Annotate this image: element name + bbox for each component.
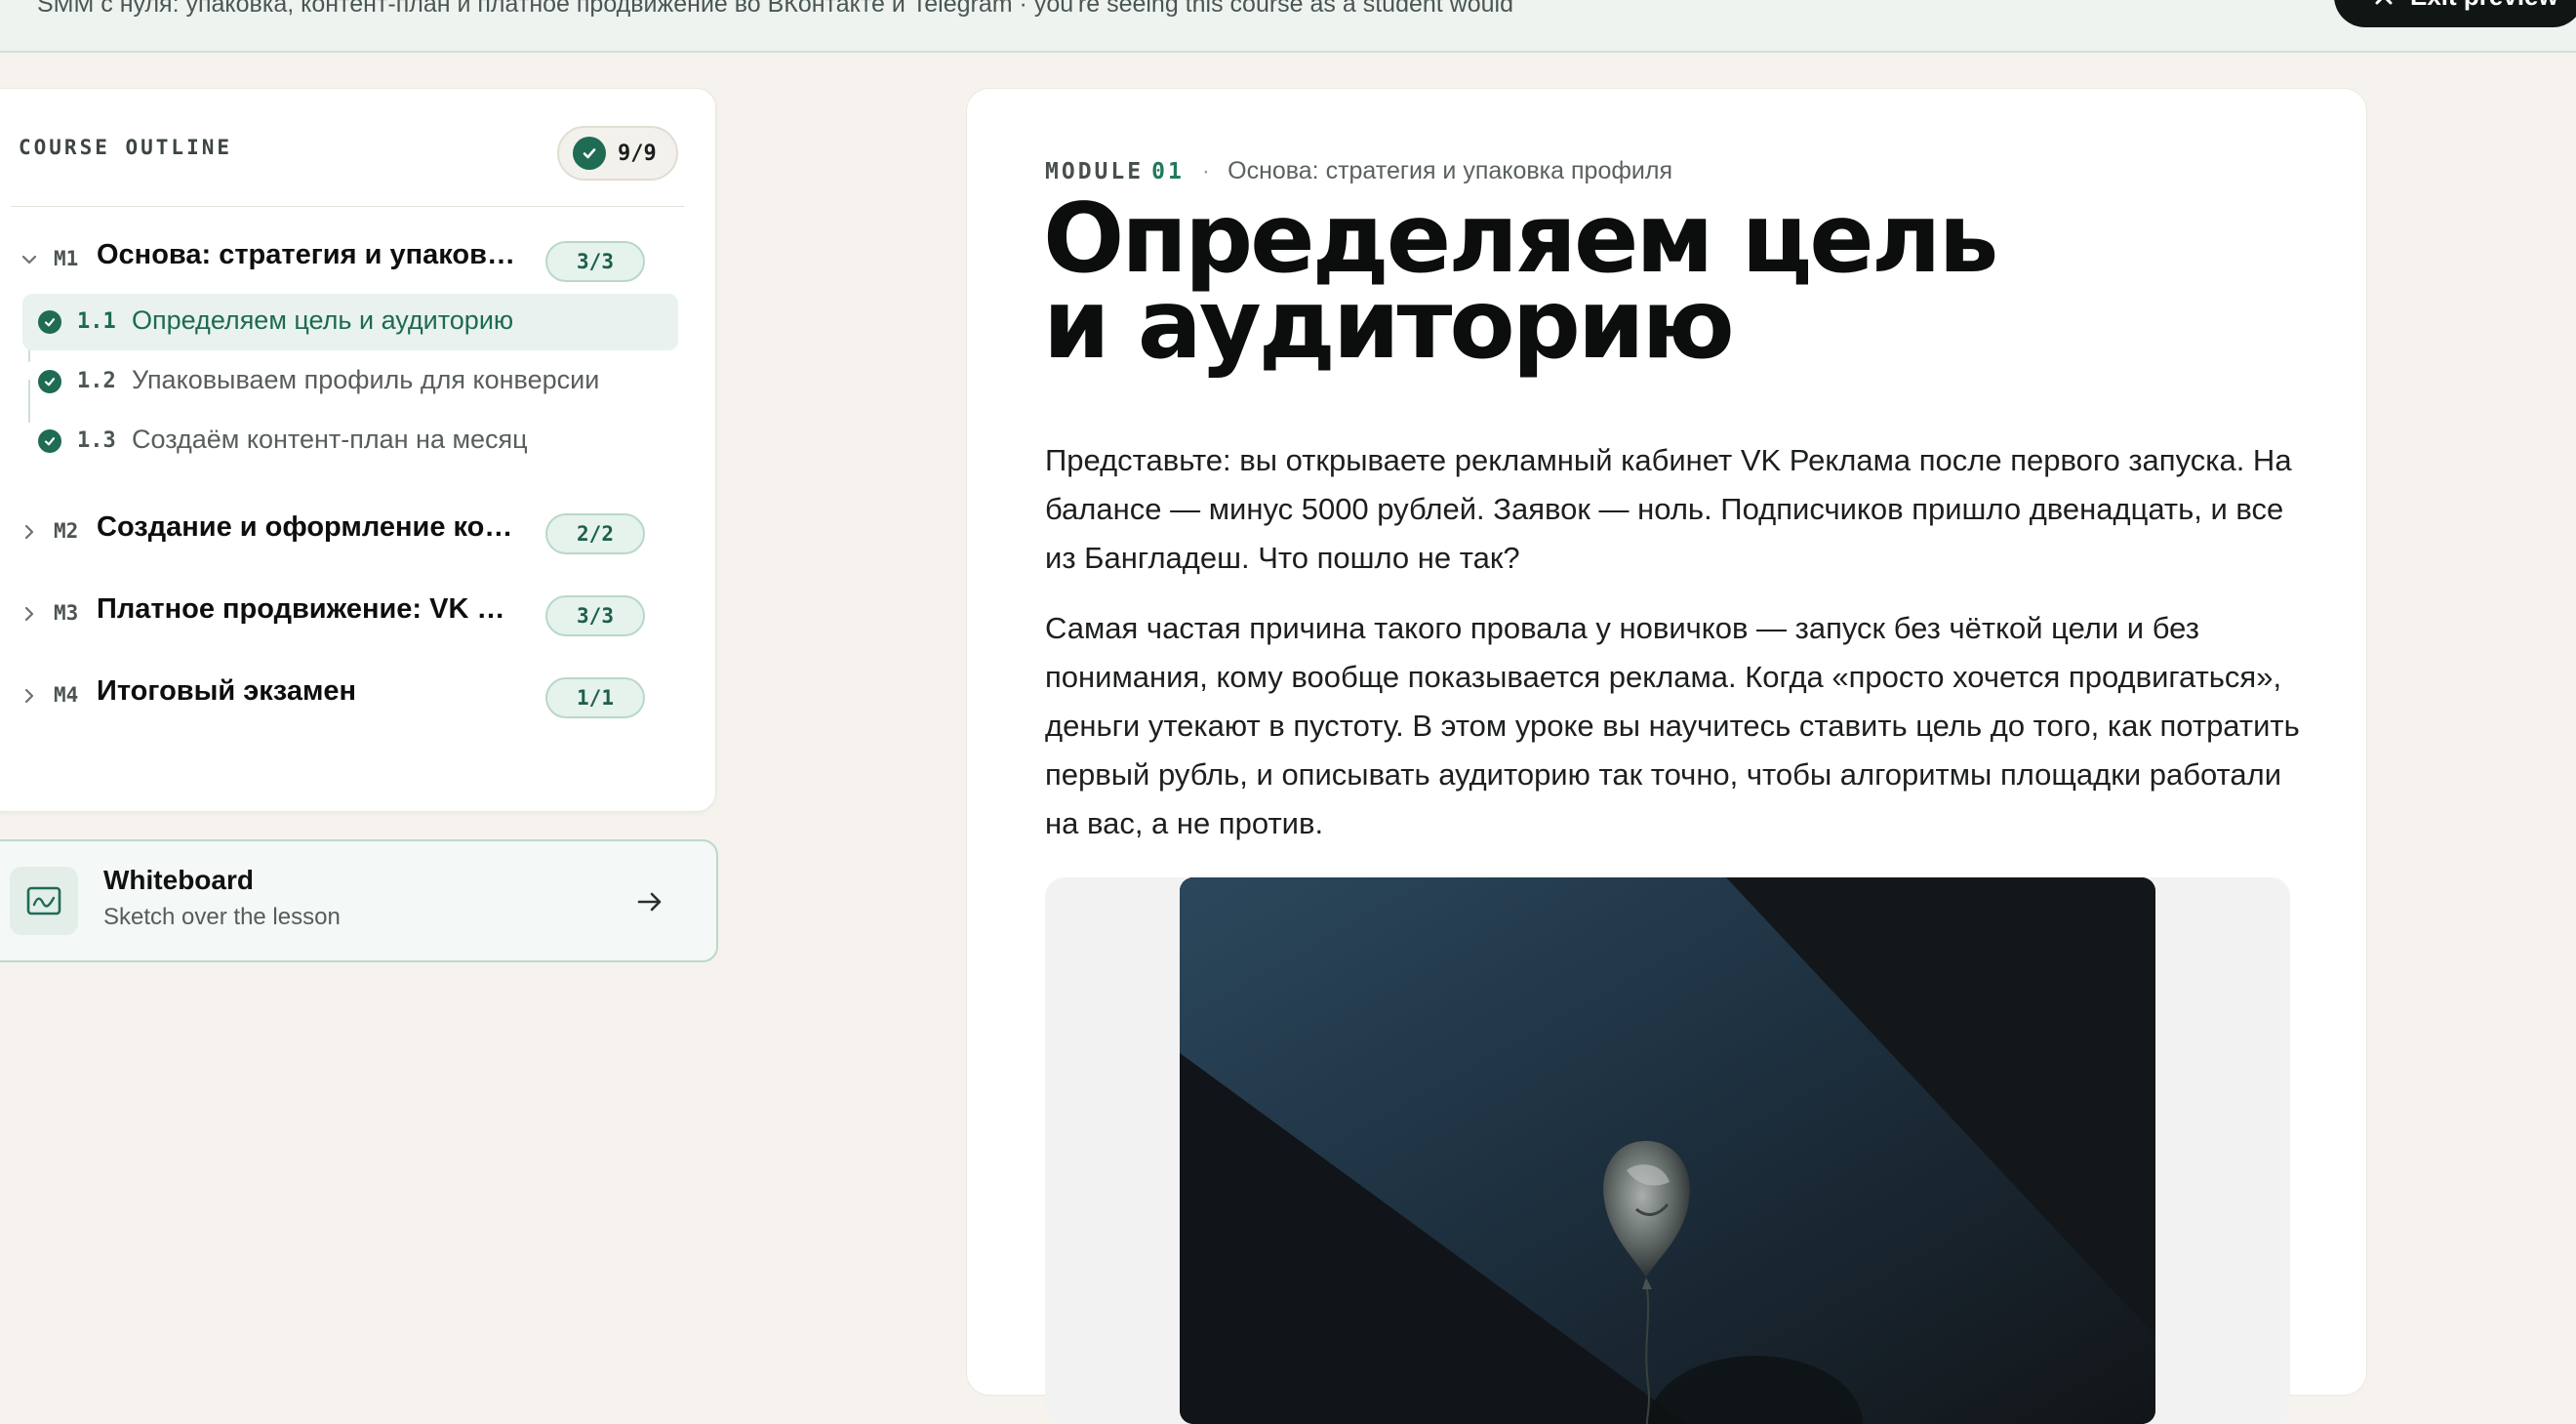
lesson-item-1-3[interactable]: 1.3 Создаём контент-план на месяц — [22, 413, 678, 469]
module-code: M1 — [54, 247, 79, 270]
whiteboard-icon — [10, 867, 78, 935]
lesson-title: Упаковываем профиль для конверсии — [132, 365, 600, 394]
lesson-content-card: MODULE 01 · Основа: стратегия и упаковка пр… — [966, 88, 2367, 1424]
exit-preview-label: Exit preview — [2410, 0, 2558, 12]
lesson-illustration — [1180, 877, 2155, 1424]
module-row-m4[interactable]: M4 Итоговый экзамен 1/1 — [11, 671, 684, 720]
check-icon — [38, 310, 61, 334]
page-title: Определяем цель и аудиторию — [1043, 191, 2273, 373]
course-outline-panel: COURSE OUTLINE 9/9 M1 Основа: стратегия … — [0, 88, 716, 812]
lesson-item-1-1[interactable]: 1.1 Определяем цель и аудиторию — [22, 294, 678, 350]
close-icon — [2375, 0, 2393, 5]
outline-title: COURSE OUTLINE — [19, 136, 233, 159]
module-code: M2 — [54, 519, 79, 543]
preview-banner: SMM с нуля: упаковка, контент-план и пла… — [0, 0, 2576, 53]
breadcrumb: MODULE 01 · Основа: стратегия и упаковка пр… — [1045, 157, 1672, 185]
lesson-number: 1.1 — [77, 309, 116, 334]
module-code: M3 — [54, 601, 79, 625]
arrow-right-icon — [637, 892, 662, 912]
module-title: Итоговый экзамен — [97, 675, 357, 707]
module-name: Основа: стратегия и упаковка профиля — [1228, 157, 1673, 184]
whiteboard-title: Whiteboard — [103, 865, 254, 895]
module-progress-badge: 2/2 — [545, 513, 645, 554]
chevron-right-icon — [24, 606, 34, 622]
total-progress-text: 9/9 — [618, 141, 657, 166]
module-progress-badge: 1/1 — [545, 677, 645, 718]
lesson-number: 1.3 — [77, 428, 116, 453]
module-row-m2[interactable]: M2 Создание и оформление контента 2/2 — [11, 508, 684, 556]
module-title: Основа: стратегия и упаковка профиля — [97, 239, 516, 270]
module-label: MODULE — [1045, 159, 1145, 184]
module-title: Создание и оформление контента — [97, 511, 516, 543]
check-icon — [573, 137, 606, 170]
lesson-paragraph: Представьте: вы открываете рекламный каб… — [1045, 443, 2292, 575]
module-code: M4 — [54, 683, 79, 707]
chevron-right-icon — [24, 524, 34, 540]
module-progress-badge: 3/3 — [545, 595, 645, 636]
whiteboard-card[interactable]: Whiteboard Sketch over the lesson — [0, 839, 718, 962]
course-title-banner: SMM с нуля: упаковка, контент-план и пла… — [37, 0, 1513, 18]
lesson-title: Создаём контент-план на месяц — [132, 425, 528, 454]
module-row-m1[interactable]: M1 Основа: стратегия и упаковка профиля … — [11, 235, 684, 284]
module-row-m3[interactable]: M3 Платное продвижение: VK Реклама и Tel… — [11, 590, 684, 638]
lesson-item-1-2[interactable]: 1.2 Упаковываем профиль для конверсии — [22, 353, 678, 410]
lesson-number: 1.2 — [77, 369, 116, 393]
total-progress-badge: 9/9 — [557, 126, 678, 181]
chevron-down-icon — [21, 255, 37, 264]
module-number: 01 — [1151, 159, 1185, 184]
exit-preview-button[interactable]: Exit preview — [2334, 0, 2576, 27]
check-icon — [38, 370, 61, 393]
lesson-image-frame — [1045, 877, 2290, 1424]
module-progress-badge: 3/3 — [545, 241, 645, 282]
lesson-paragraph: Самая частая причина такого провала у но… — [1045, 611, 2300, 840]
page-title-line-2: и аудиторию — [1043, 269, 1735, 381]
whiteboard-subtitle: Sketch over the lesson — [103, 904, 341, 930]
outline-divider — [11, 206, 684, 207]
module-title: Платное продвижение: VK Реклама и Telegr… — [97, 593, 516, 625]
check-icon — [38, 429, 61, 453]
breadcrumb-separator: · — [1201, 157, 1211, 184]
lesson-title: Определяем цель и аудиторию — [132, 305, 514, 335]
chevron-right-icon — [24, 688, 34, 704]
